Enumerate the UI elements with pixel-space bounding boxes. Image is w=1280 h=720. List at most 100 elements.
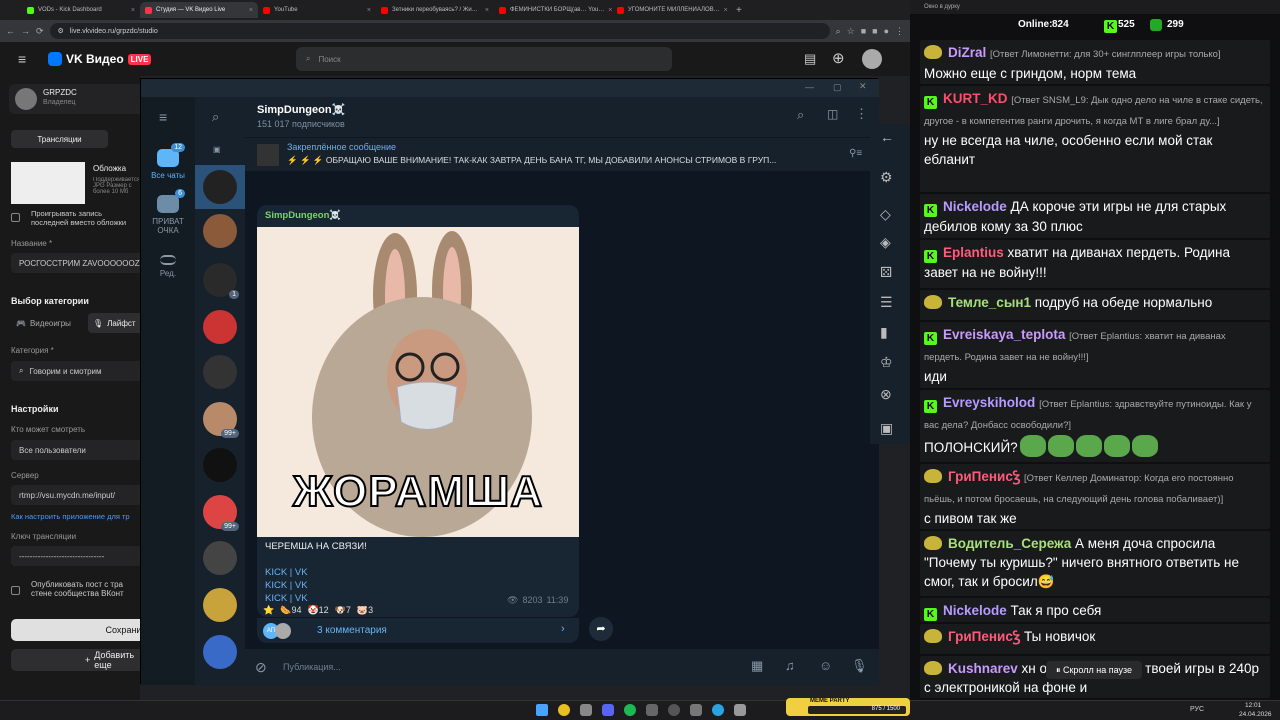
chat-avatar[interactable]: 99+ xyxy=(203,402,239,438)
vk-logo[interactable]: VK Видео LIVE xyxy=(48,52,152,66)
block-icon[interactable]: ⊗ xyxy=(880,386,892,403)
close-icon[interactable]: × xyxy=(131,7,135,14)
category-games-tab[interactable]: 🎮 Видеоигры xyxy=(11,313,81,333)
back-icon[interactable]: ← xyxy=(6,26,15,36)
browser-tab[interactable]: УГОМОНИТЕ МИЛЛЕНИАЛОВ… × xyxy=(612,2,730,18)
add-more-button[interactable]: + Добавить еще xyxy=(11,649,146,671)
chat-avatar[interactable] xyxy=(203,541,237,575)
folder-all-chats[interactable]: 12 Все чаты xyxy=(141,143,195,180)
chat-avatar[interactable]: 1 xyxy=(203,263,239,299)
hamburger-icon[interactable]: ≡ xyxy=(18,51,26,67)
clips-icon[interactable]: ▣ xyxy=(880,420,893,437)
publish-post-checkbox[interactable] xyxy=(11,586,20,595)
gem-icon[interactable]: ◈ xyxy=(880,234,891,251)
chat-username[interactable]: ГриПенисꝢ xyxy=(948,469,1020,484)
chrome-icon[interactable] xyxy=(558,704,570,716)
notifications-icon[interactable]: ▤ xyxy=(804,51,816,67)
chat-username[interactable]: KURT_KD xyxy=(943,91,1008,106)
share-button[interactable]: ➦ xyxy=(589,617,613,641)
category-lifestyle-tab[interactable]: 🎙 Лайфст xyxy=(88,313,148,333)
unpin-icon[interactable]: ⚲≡ xyxy=(849,148,862,159)
chat-username[interactable]: Водитель_Сережа xyxy=(948,536,1071,551)
post-author[interactable]: SimpDungeon☠️ xyxy=(265,210,341,221)
add-icon[interactable]: ⊕ xyxy=(832,49,845,67)
dice-icon[interactable]: ⚄ xyxy=(880,264,892,281)
close-icon[interactable]: × xyxy=(367,7,371,14)
chat-avatar[interactable] xyxy=(203,355,237,389)
spotify-icon[interactable] xyxy=(624,704,636,716)
browser-tab[interactable]: VODs - Kick Dashboard × xyxy=(22,2,140,18)
close-icon[interactable]: × xyxy=(485,7,489,14)
pinned-message[interactable]: Закреплённое сообщение ⚡ ⚡ ⚡ ОБРАЩАЮ ВАШ… xyxy=(245,137,879,171)
search-icon[interactable]: ⌕ xyxy=(797,107,804,123)
chat-username[interactable]: Nickelode xyxy=(943,199,1007,214)
minimize-icon[interactable]: — xyxy=(805,82,814,92)
close-icon[interactable]: ✕ xyxy=(859,81,867,92)
browser-tab[interactable]: YouTube × xyxy=(258,2,376,18)
category-select[interactable]: ⌕ Говорим и смотрим xyxy=(11,361,146,381)
cover-thumbnail[interactable] xyxy=(11,162,85,204)
bell-icon[interactable]: ♫ xyxy=(785,658,795,673)
channel-card[interactable]: GRPZDC Владелец xyxy=(9,84,149,114)
channel-title[interactable]: SimpDungeon☠️ xyxy=(257,103,345,116)
reaction-dog[interactable]: 🐶7 xyxy=(335,605,351,616)
list-icon[interactable]: ☰ xyxy=(880,294,893,311)
close-icon[interactable]: × xyxy=(724,7,728,14)
reaction-star[interactable]: ⭐ xyxy=(263,605,274,616)
address-bar[interactable]: ⚙ live.vkvideo.ru/grpzdc/studio xyxy=(49,23,830,39)
chat-username[interactable]: Evreyskiholod xyxy=(943,395,1035,410)
start-icon[interactable] xyxy=(536,704,548,716)
reaction-clown[interactable]: 🤡12 xyxy=(307,605,328,616)
links-line[interactable]: KICK | VK xyxy=(265,567,308,578)
trophy-icon[interactable]: ♔ xyxy=(880,354,893,371)
message-input[interactable]: Публикация... xyxy=(283,662,341,672)
chat-avatar[interactable] xyxy=(203,214,237,248)
chat-username[interactable]: Eplantius xyxy=(943,245,1004,260)
diamond-icon[interactable]: ◇ xyxy=(880,206,891,223)
server-field[interactable]: rtmp://vsu.mycdn.me/input/ xyxy=(11,485,146,505)
back-arrow-icon[interactable]: ← xyxy=(880,129,894,145)
app-icon[interactable] xyxy=(580,704,592,716)
search-input[interactable]: ⌕ Поиск xyxy=(296,47,672,71)
profile-icon[interactable]: ● xyxy=(884,26,889,36)
sidebar-toggle-icon[interactable]: ◫ xyxy=(827,107,838,121)
app-icon[interactable] xyxy=(734,704,746,716)
chat-avatar[interactable] xyxy=(203,170,237,204)
chat-username[interactable]: Nickelode xyxy=(943,603,1007,618)
forward-icon[interactable]: → xyxy=(21,26,30,36)
chat-username[interactable]: ГриПенисꝢ xyxy=(948,629,1020,644)
scroll-paused-button[interactable]: ⏸ Скролл на паузе xyxy=(1046,661,1142,679)
play-record-checkbox[interactable] xyxy=(11,213,20,222)
browser-tab[interactable]: ФЕМИНИСТКИ БОРЩ(ав… You… × xyxy=(494,2,612,18)
chat-username[interactable]: Темле_сын1 xyxy=(948,295,1031,310)
zoom-icon[interactable]: ⌕ xyxy=(836,26,841,37)
comments-bar[interactable]: АП 3 комментария › xyxy=(257,617,579,643)
app-icon[interactable] xyxy=(646,704,658,716)
discord-icon[interactable] xyxy=(602,704,614,716)
obs-icon[interactable] xyxy=(668,704,680,716)
meme-photo[interactable]: ЖОРАМША xyxy=(257,227,579,537)
menu-icon[interactable]: ≡ xyxy=(159,109,167,125)
mic-icon[interactable]: 🎙 xyxy=(851,658,868,674)
attach-icon[interactable]: ⊘ xyxy=(255,659,267,676)
folder-edit[interactable]: Ред. xyxy=(141,255,195,278)
app-icon[interactable] xyxy=(690,704,702,716)
maximize-icon[interactable]: ▢ xyxy=(833,82,842,93)
chat-avatar[interactable] xyxy=(203,588,237,622)
more-icon[interactable]: ⋮ xyxy=(855,106,868,122)
menu-icon[interactable]: ⋮ xyxy=(895,26,904,37)
telegram-icon[interactable] xyxy=(712,704,724,716)
audience-select[interactable]: Все пользователи xyxy=(11,440,146,460)
extension-icon[interactable]: ■ xyxy=(861,26,866,36)
links-line[interactable]: KICK | VK xyxy=(265,593,308,604)
title-input[interactable]: РОСГОССТРИМ ZAVOOOOOOZ xyxy=(11,253,146,273)
search-icon[interactable]: ⌕ xyxy=(212,109,219,125)
reload-icon[interactable]: ⟳ xyxy=(36,26,44,37)
gear-icon[interactable]: ⚙ xyxy=(880,169,893,186)
close-icon[interactable]: × xyxy=(249,7,253,14)
emoji-icon[interactable]: ☺ xyxy=(819,658,832,673)
bookmark-star-icon[interactable]: ☆ xyxy=(847,26,855,37)
folder-private[interactable]: 6 ПРИВАТ ОЧКА xyxy=(141,189,195,235)
stream-key-field[interactable]: -------------------------------- xyxy=(11,546,146,566)
chat-avatar[interactable]: 99+ xyxy=(203,495,239,531)
